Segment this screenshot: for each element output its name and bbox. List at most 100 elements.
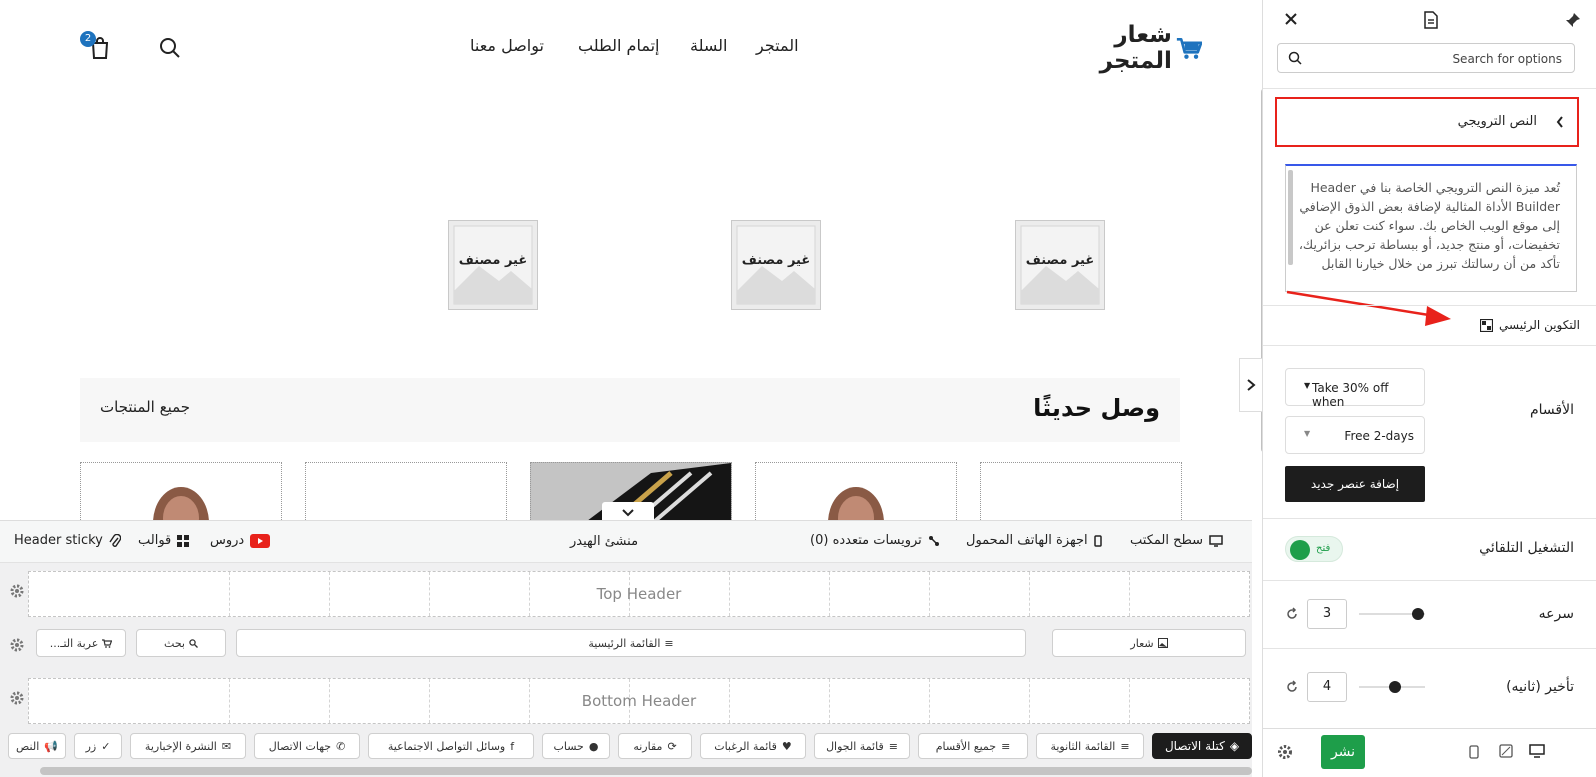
- promo-description-box[interactable]: تُعد ميزة النص الترويجي الخاصة بنا في He…: [1285, 164, 1577, 292]
- templates-link[interactable]: قوالب: [138, 533, 190, 548]
- element-label: حساب: [553, 739, 584, 753]
- toggle-state: فتح: [1316, 543, 1331, 554]
- builder-horizontal-scrollbar[interactable]: [40, 767, 1252, 775]
- element-label: جهات الاتصال: [268, 739, 332, 753]
- element-contact-block[interactable]: ◈ كتلة الاتصال: [1152, 733, 1252, 759]
- chevron-right-icon: [1247, 379, 1256, 391]
- element-label: النشرة الإخبارية: [144, 739, 217, 753]
- panel-footer: نشر: [1263, 728, 1596, 777]
- divider: [1263, 345, 1596, 346]
- element-compare[interactable]: ⟳ مقارنه: [618, 733, 692, 759]
- desktop-preview-icon[interactable]: [1529, 744, 1545, 758]
- element-text[interactable]: 📢 النص: [8, 733, 66, 759]
- bottom-header-label: Bottom Header: [581, 692, 697, 710]
- select-1-value: Take 30% off when: [1312, 381, 1389, 409]
- section-item-select-1[interactable]: ▼ Take 30% off when: [1285, 368, 1425, 409]
- image-icon: [1157, 638, 1168, 648]
- element-all-categories[interactable]: ≡ جميع الأقسام: [918, 733, 1028, 759]
- document-icon[interactable]: [1423, 11, 1439, 29]
- nav-shop[interactable]: المتجر: [756, 36, 799, 55]
- layout-grid-icon: [1479, 318, 1493, 332]
- nav-contact[interactable]: تواصل معنا: [470, 36, 544, 55]
- panel-toggle-button[interactable]: [1239, 358, 1263, 412]
- element-contacts[interactable]: ✆ جهات الاتصال: [254, 733, 360, 759]
- search-icon[interactable]: [158, 36, 182, 60]
- pin-icon[interactable]: [1565, 12, 1581, 28]
- divider: [1263, 305, 1596, 306]
- gear-icon[interactable]: [10, 691, 24, 705]
- element-account[interactable]: ● حساب: [542, 733, 610, 759]
- customizer-panel: Search for options النص الترويجي تُعد مي…: [1262, 0, 1596, 777]
- element-newsletter[interactable]: ✉ النشرة الإخبارية: [130, 733, 246, 759]
- product-card[interactable]: [305, 462, 507, 520]
- speed-slider-thumb[interactable]: [1412, 608, 1425, 620]
- top-header-row[interactable]: Top Header: [28, 571, 1250, 617]
- speed-label: سرعه: [1538, 606, 1574, 622]
- main-menu-slot[interactable]: ≡ القائمة الرئيسية: [236, 629, 1026, 657]
- header-sticky-link[interactable]: Header sticky: [14, 533, 121, 548]
- menu-icon: ≡: [888, 739, 898, 753]
- promo-text-section-header[interactable]: النص الترويجي: [1275, 97, 1579, 147]
- search-slot[interactable]: بحث: [136, 629, 226, 657]
- tutorials-link[interactable]: دروس: [210, 533, 271, 548]
- cart-slot-label: عربة التـ...: [49, 636, 99, 650]
- element-wishlist[interactable]: ♥ قائمة الرغبات: [700, 733, 806, 759]
- category-card[interactable]: غير مصنف: [448, 220, 538, 310]
- promo-text-section-title: النص الترويجي: [1457, 114, 1537, 129]
- autoplay-toggle[interactable]: فتح: [1285, 536, 1343, 562]
- product-card[interactable]: [80, 462, 282, 520]
- autoplay-label: التشغيل التلقائي: [1479, 540, 1574, 556]
- category-card[interactable]: غير مصنف: [1015, 220, 1105, 310]
- nav-cart[interactable]: السلة: [690, 36, 727, 55]
- multiple-headers-tab[interactable]: ترويسات متعدده (0): [810, 533, 940, 548]
- site-logo[interactable]: شعار المتجر: [1052, 22, 1202, 74]
- desktop-tab[interactable]: سطح المكتب: [1130, 533, 1223, 548]
- add-new-item-button[interactable]: إضافة عنصر جديد: [1285, 466, 1425, 502]
- element-label: كتلة الاتصال: [1164, 739, 1225, 753]
- mobile-tab-label: اجهزة الهاتف المحمول: [966, 533, 1088, 548]
- header-sticky-label: Header sticky: [14, 533, 103, 548]
- nav-checkout[interactable]: إتمام الطلب: [578, 36, 659, 55]
- mobile-preview-icon[interactable]: [1469, 745, 1479, 759]
- cart-logo-icon: [1176, 37, 1202, 59]
- section-item-select-2[interactable]: ▼ Free 2-days: [1285, 416, 1425, 454]
- gear-icon[interactable]: [10, 584, 24, 598]
- options-search-input[interactable]: Search for options: [1277, 43, 1575, 73]
- main-menu-slot-label: القائمة الرئيسية: [588, 636, 661, 650]
- gear-icon[interactable]: [10, 638, 24, 652]
- reset-icon[interactable]: [1285, 680, 1299, 694]
- product-card[interactable]: [980, 462, 1182, 520]
- delay-label: تأخير (ثانيه): [1506, 679, 1574, 695]
- description-scrollbar[interactable]: [1288, 170, 1293, 265]
- element-label: قائمة الجوال: [826, 739, 884, 753]
- element-social[interactable]: f وسائل التواصل الاجتماعية: [368, 733, 534, 759]
- top-header-label: Top Header: [596, 585, 682, 603]
- templates-label: قوالب: [138, 533, 172, 548]
- cart-slot[interactable]: عربة التـ...: [36, 629, 126, 657]
- main-header-row[interactable]: شعار ≡ القائمة الرئيسية بحث عربة التـ...: [30, 623, 1250, 669]
- bullhorn-icon: 📢: [44, 739, 58, 753]
- element-secondary-menu[interactable]: ≡ القائمة الثانوية: [1036, 733, 1144, 759]
- all-products-link[interactable]: جميع المنتجات: [100, 398, 190, 416]
- delay-input[interactable]: 4: [1307, 672, 1347, 702]
- delay-slider-thumb[interactable]: [1389, 681, 1402, 693]
- publish-button[interactable]: نشر: [1321, 735, 1365, 769]
- close-icon[interactable]: [1285, 13, 1297, 25]
- chevron-down-icon: [622, 509, 634, 517]
- logo-slot-label: شعار: [1130, 636, 1154, 650]
- logo-slot[interactable]: شعار: [1052, 629, 1246, 657]
- user-icon: ●: [588, 739, 599, 753]
- builder-collapse-button[interactable]: [602, 502, 654, 520]
- phone-icon: ✆: [336, 739, 346, 753]
- category-card[interactable]: غير مصنف: [731, 220, 821, 310]
- gear-icon[interactable]: [1277, 744, 1293, 760]
- element-button[interactable]: ✓ زر: [74, 733, 122, 759]
- new-arrivals-bar: وصل حديثًا جميع المنتجات: [80, 378, 1180, 442]
- element-mobile-menu[interactable]: ≡ قائمة الجوال: [814, 733, 910, 759]
- reset-icon[interactable]: [1285, 607, 1299, 621]
- tablet-preview-icon[interactable]: [1499, 744, 1513, 758]
- mobile-tab[interactable]: اجهزة الهاتف المحمول: [966, 533, 1102, 548]
- speed-input[interactable]: 3: [1307, 599, 1347, 629]
- bottom-header-row[interactable]: Bottom Header: [28, 678, 1250, 724]
- product-card[interactable]: [755, 462, 957, 520]
